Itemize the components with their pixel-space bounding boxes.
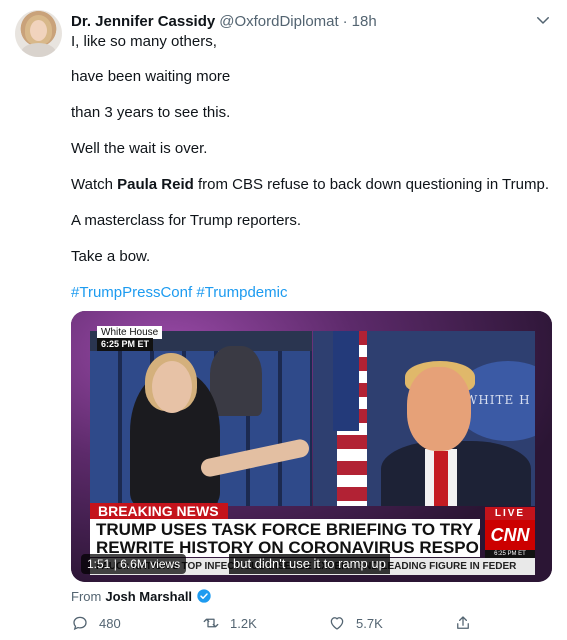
like-button[interactable]: 5.7K <box>328 613 383 633</box>
user-handle[interactable]: @OxfordDiplomat <box>219 13 338 30</box>
seal-text: WHITE H <box>465 393 531 407</box>
avatar[interactable] <box>15 10 62 57</box>
tweet-line-1: I, like so many others, <box>71 33 217 50</box>
watch-prefix: Watch <box>71 176 118 193</box>
chevron-down-icon[interactable] <box>534 11 552 29</box>
retweet-count: 1.2K <box>230 615 257 631</box>
like-icon <box>330 617 344 630</box>
reporter-head <box>152 361 192 413</box>
like-count: 5.7K <box>356 615 383 631</box>
live-badge: LIVE <box>485 507 535 520</box>
time-tag: 6:25 PM ET <box>97 338 154 351</box>
cnn-logo: CNN <box>485 520 535 550</box>
tweet-line-3: than 3 years to see this. <box>71 104 231 121</box>
breaking-news-banner: BREAKING NEWS <box>90 503 228 519</box>
reply-icon <box>73 616 87 631</box>
video-left-panel <box>90 331 312 506</box>
tweet-line-4: Well the wait is over. <box>71 140 208 157</box>
tweet-header: Dr. Jennifer Cassidy @OxfordDiplomat · 1… <box>71 11 377 31</box>
share-icon <box>457 616 469 629</box>
video-attribution: From Josh Marshall <box>71 586 212 606</box>
attribution-prefix: From <box>71 588 102 604</box>
video-right-panel: WHITE H <box>313 331 535 506</box>
timestamp[interactable]: 18h <box>352 13 377 30</box>
share-button[interactable] <box>454 613 482 633</box>
avatar-body <box>21 43 56 57</box>
attribution-name[interactable]: Josh Marshall <box>105 589 192 604</box>
hashtags: #TrumpPressConf #Trumpdemic <box>71 283 287 302</box>
tweet-line-masterclass: A masterclass for Trump reporters. <box>71 212 302 229</box>
display-name[interactable]: Dr. Jennifer Cassidy <box>71 13 215 30</box>
tweet-line-bow: Take a bow. <box>71 248 151 265</box>
video-player[interactable]: WHITE H White House 6:25 PM ET BREAKING … <box>71 311 552 582</box>
hashtag-link[interactable]: #TrumpPressConf <box>71 284 192 301</box>
tweet-line-watch: Watch Paula Reid from CBS refuse to back… <box>71 175 549 194</box>
retweet-icon <box>203 618 219 628</box>
reply-button[interactable]: 480 <box>71 613 121 633</box>
tweet[interactable]: Dr. Jennifer Cassidy @OxfordDiplomat · 1… <box>0 0 567 640</box>
chyron-headline: TRUMP USES TASK FORCE BRIEFING TO TRY AN… <box>90 519 480 557</box>
speaker-tie <box>434 451 448 506</box>
video-duration: 1:51 | 6.6M views <box>81 554 187 574</box>
background-person <box>210 346 262 416</box>
hashtag-link[interactable]: #Trumpdemic <box>196 284 287 301</box>
cnn-time: 6:25 PM ET <box>485 550 535 558</box>
tweet-line-2: have been waiting more <box>71 68 231 85</box>
reply-count: 480 <box>99 615 121 631</box>
duration-time: 1:51 <box>87 557 111 571</box>
speaker-head <box>407 367 471 451</box>
watch-suffix: from CBS refuse to back down questioning… <box>193 176 550 193</box>
retweet-button[interactable]: 1.2K <box>202 613 257 633</box>
verified-badge-icon <box>197 589 211 603</box>
avatar-face <box>30 20 47 41</box>
headline-line-1: TRUMP USES TASK FORCE BRIEFING TO TRY AN… <box>96 520 480 539</box>
separator-dot: · <box>342 12 348 30</box>
view-count: 6.6M views <box>120 557 181 571</box>
video-caption: but didn't use it to ramp up <box>229 554 390 574</box>
flag-stars <box>333 331 359 431</box>
tweet-actions: 480 1.2K 5.7K <box>71 613 481 633</box>
mentioned-name: Paula Reid <box>117 176 194 193</box>
